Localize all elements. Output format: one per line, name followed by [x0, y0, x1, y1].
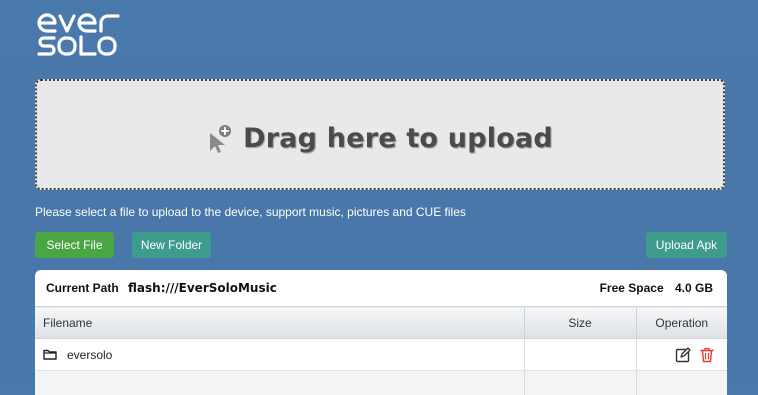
eversolo-logo-graphic — [36, 11, 128, 61]
upload-apk-button[interactable]: Upload Apk — [646, 232, 727, 258]
empty-cell — [636, 371, 727, 395]
column-header-filename[interactable]: Filename — [35, 307, 524, 339]
edit-icon[interactable] — [675, 347, 691, 363]
free-space: Free Space 4.0 GB — [600, 281, 713, 295]
upload-hint: Please select a file to upload to the de… — [35, 205, 466, 219]
column-header-size[interactable]: Size — [524, 307, 636, 339]
file-browser-panel: Current Path flash:///EverSoloMusic Free… — [35, 270, 727, 395]
free-space-value: 4.0 GB — [675, 281, 713, 295]
operation-cell — [636, 339, 727, 371]
eversolo-logo — [36, 11, 128, 61]
table-row-empty — [35, 371, 727, 395]
current-path-value: flash:///EverSoloMusic — [128, 281, 277, 295]
dropzone-content: Drag here to upload — [207, 123, 553, 154]
dropzone-label: Drag here to upload — [243, 123, 553, 154]
free-space-label: Free Space — [600, 281, 664, 295]
table-row[interactable]: eversolo — [35, 339, 727, 371]
upload-dropzone[interactable]: Drag here to upload — [35, 79, 725, 190]
table-header-row: Filename Size Operation — [35, 307, 727, 339]
file-table: Filename Size Operation eversolo — [35, 306, 727, 395]
path-bar: Current Path flash:///EverSoloMusic Free… — [35, 270, 727, 306]
empty-cell — [524, 371, 636, 395]
size-cell — [524, 339, 636, 371]
select-file-button[interactable]: Select File — [35, 232, 114, 258]
column-header-operation: Operation — [636, 307, 727, 339]
trash-icon[interactable] — [699, 347, 715, 363]
cursor-plus-icon — [207, 124, 233, 154]
current-path: Current Path flash:///EverSoloMusic — [46, 281, 277, 295]
filename-cell: eversolo — [35, 339, 524, 371]
current-path-label: Current Path — [46, 281, 119, 295]
file-name[interactable]: eversolo — [67, 348, 112, 362]
new-folder-button[interactable]: New Folder — [132, 232, 211, 258]
folder-icon — [43, 349, 57, 360]
empty-cell — [35, 371, 524, 395]
